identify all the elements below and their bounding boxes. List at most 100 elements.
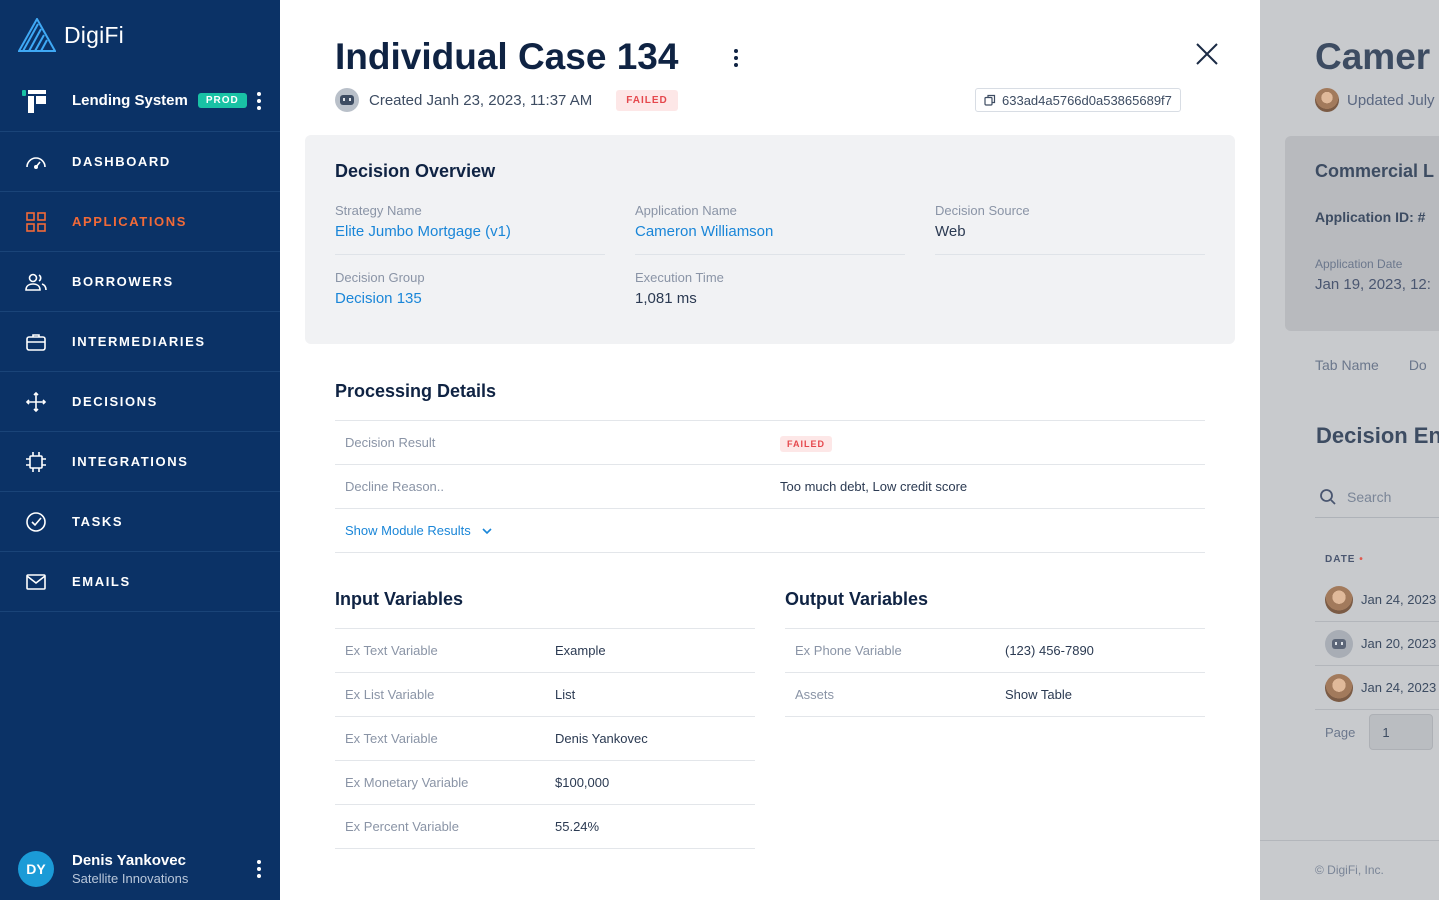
section-title: Input Variables <box>335 589 464 609</box>
sidebar-item-label: TASKS <box>72 514 124 529</box>
section-title: Output Variables <box>785 589 929 609</box>
table-row: Ex Monetary Variable $100,000 <box>335 761 755 805</box>
sidebar-item-tasks[interactable]: TASKS <box>0 492 280 552</box>
background-footer: © DigiFi, Inc. <box>1260 840 1439 900</box>
sidebar-item-intermediaries[interactable]: INTERMEDIARIES <box>0 312 280 372</box>
sidebar-item-label: DASHBOARD <box>72 154 171 169</box>
created-timestamp: Created Janh 23, 2023, 11:37 AM <box>369 91 593 109</box>
variable-name: Ex Percent Variable <box>345 819 459 834</box>
sidebar-item-emails[interactable]: EMAILS <box>0 552 280 612</box>
table-row: Jan 24, 2023 <box>1315 666 1439 710</box>
case-meta: Created Janh 23, 2023, 11:37 AM FAILED <box>335 88 678 112</box>
background-page-label: Page <box>1325 724 1356 740</box>
sidebar-item-dashboard[interactable]: DASHBOARD <box>0 132 280 192</box>
execution-time-value: 1,081 ms <box>635 290 697 307</box>
application-name-link[interactable]: Cameron Williamson <box>635 223 905 255</box>
page-title: Individual Case 134 <box>335 36 679 77</box>
sidebar-item-label: EMAILS <box>72 574 131 589</box>
sidebar-item-integrations[interactable]: INTEGRATIONS <box>0 432 280 492</box>
background-application-id: Application ID: # <box>1315 209 1426 225</box>
background-row-date: Jan 20, 2023 <box>1361 636 1437 651</box>
background-table: Jan 24, 2023 Jan 20, 2023 Jan 24, 2023 <box>1315 578 1439 710</box>
users-icon <box>25 273 47 291</box>
sidebar-item-label: INTERMEDIARIES <box>72 334 206 349</box>
variable-name: Ex List Variable <box>345 687 435 702</box>
close-icon[interactable] <box>1193 40 1221 68</box>
variable-name: Assets <box>795 687 835 702</box>
background-summary-card: Commercial L Application ID: # Applicati… <box>1285 136 1439 331</box>
sidebar: DigiFi Lending System PROD DASHBOARD APP… <box>0 0 280 900</box>
strategy-name-field: Strategy Name Elite Jumbo Mortgage (v1) <box>335 203 605 255</box>
decline-reason-value: Too much debt, Low credit score <box>780 479 968 494</box>
decision-source-value: Web <box>935 223 1205 255</box>
variable-name: Ex Monetary Variable <box>345 775 469 790</box>
background-row-date: Jan 24, 2023 <box>1361 592 1437 607</box>
table-row: Jan 20, 2023 <box>1315 622 1439 666</box>
field-label: Decision Source <box>935 203 1030 218</box>
avatar: DY <box>18 851 54 887</box>
processing-details-table: Decision Result FAILED Decline Reason.. … <box>335 420 1205 553</box>
robot-icon <box>335 88 359 112</box>
case-actions-menu-icon[interactable] <box>730 48 742 68</box>
avatar <box>1325 673 1353 702</box>
briefcase-icon <box>26 333 46 351</box>
system-switcher[interactable]: Lending System PROD <box>0 70 280 132</box>
table-row: Decline Reason.. Too much debt, Low cred… <box>335 465 1205 509</box>
background-updated-info: Updated July <box>1315 88 1435 112</box>
decision-overview-card: Decision Overview Strategy Name Elite Ju… <box>305 135 1235 344</box>
background-application-date: Jan 19, 2023, 12: <box>1315 276 1431 293</box>
output-variables-table: Ex Phone Variable (123) 456-7890 Assets … <box>785 628 1205 717</box>
grid-icon <box>26 211 46 232</box>
background-search-placeholder: Search <box>1347 488 1392 505</box>
speedometer-icon <box>26 156 46 169</box>
background-tab: Tab Name <box>1315 357 1379 373</box>
status-badge: FAILED <box>616 89 678 111</box>
strategy-name-link[interactable]: Elite Jumbo Mortgage (v1) <box>335 223 605 255</box>
sidebar-item-label: DECISIONS <box>72 394 158 409</box>
avatar <box>1325 585 1353 614</box>
show-module-results-button[interactable]: Show Module Results <box>345 523 493 538</box>
background-row-date: Jan 24, 2023 <box>1361 680 1437 695</box>
execution-time-field: Execution Time 1,081 ms <box>635 270 905 321</box>
table-row: Jan 24, 2023 <box>1315 578 1439 622</box>
mail-icon <box>26 573 46 590</box>
background-application-page: Camer Updated July Commercial L Applicat… <box>1260 0 1439 900</box>
show-table-button[interactable]: Show Table <box>1005 687 1072 702</box>
decision-source-field: Decision Source Web <box>935 203 1205 255</box>
decision-detail-panel: Individual Case 134 Created Janh 23, 202… <box>280 0 1260 900</box>
status-badge: FAILED <box>780 436 833 452</box>
chevron-down-icon <box>482 527 492 534</box>
lending-system-icon <box>22 89 46 113</box>
brand-name: DigiFi <box>64 21 124 48</box>
robot-icon <box>1325 629 1353 658</box>
variable-value: $100,000 <box>555 775 610 790</box>
table-row: Assets Show Table <box>785 673 1205 717</box>
sidebar-item-decisions[interactable]: DECISIONS <box>0 372 280 432</box>
system-menu-icon[interactable] <box>252 91 266 111</box>
digifi-logo-icon <box>18 18 56 52</box>
background-date-column-header: DATE • <box>1325 554 1364 565</box>
field-label: Decision Group <box>335 270 425 285</box>
sidebar-item-label: APPLICATIONS <box>72 214 188 229</box>
table-row: Ex Percent Variable 55.24% <box>335 805 755 849</box>
background-tabs: Tab Name Do <box>1315 357 1427 373</box>
brand-logo[interactable]: DigiFi <box>0 0 280 70</box>
user-organization: Satellite Innovations <box>72 871 189 886</box>
sidebar-item-label: INTEGRATIONS <box>72 454 189 469</box>
decision-group-link[interactable]: Decision 135 <box>335 290 605 321</box>
variable-name: Ex Text Variable <box>345 643 438 658</box>
variable-value: Denis Yankovec <box>555 731 648 746</box>
copy-id-button[interactable]: 633ad4a5766d0a53865689f7 <box>975 88 1181 112</box>
user-profile[interactable]: DY Denis Yankovec Satellite Innovations <box>0 838 280 900</box>
sidebar-item-applications[interactable]: APPLICATIONS <box>0 192 280 252</box>
field-label: Application Name <box>635 203 737 218</box>
input-variables-table: Ex Text Variable Example Ex List Variabl… <box>335 628 755 849</box>
search-icon <box>1320 488 1336 505</box>
sort-indicator-icon: • <box>1359 554 1364 565</box>
field-label: Strategy Name <box>335 203 422 218</box>
background-tab: Do <box>1408 357 1427 373</box>
user-menu-icon[interactable] <box>252 859 266 879</box>
case-id: 633ad4a5766d0a53865689f7 <box>1002 92 1172 108</box>
sidebar-item-borrowers[interactable]: BORROWERS <box>0 252 280 312</box>
check-circle-icon <box>26 511 46 532</box>
